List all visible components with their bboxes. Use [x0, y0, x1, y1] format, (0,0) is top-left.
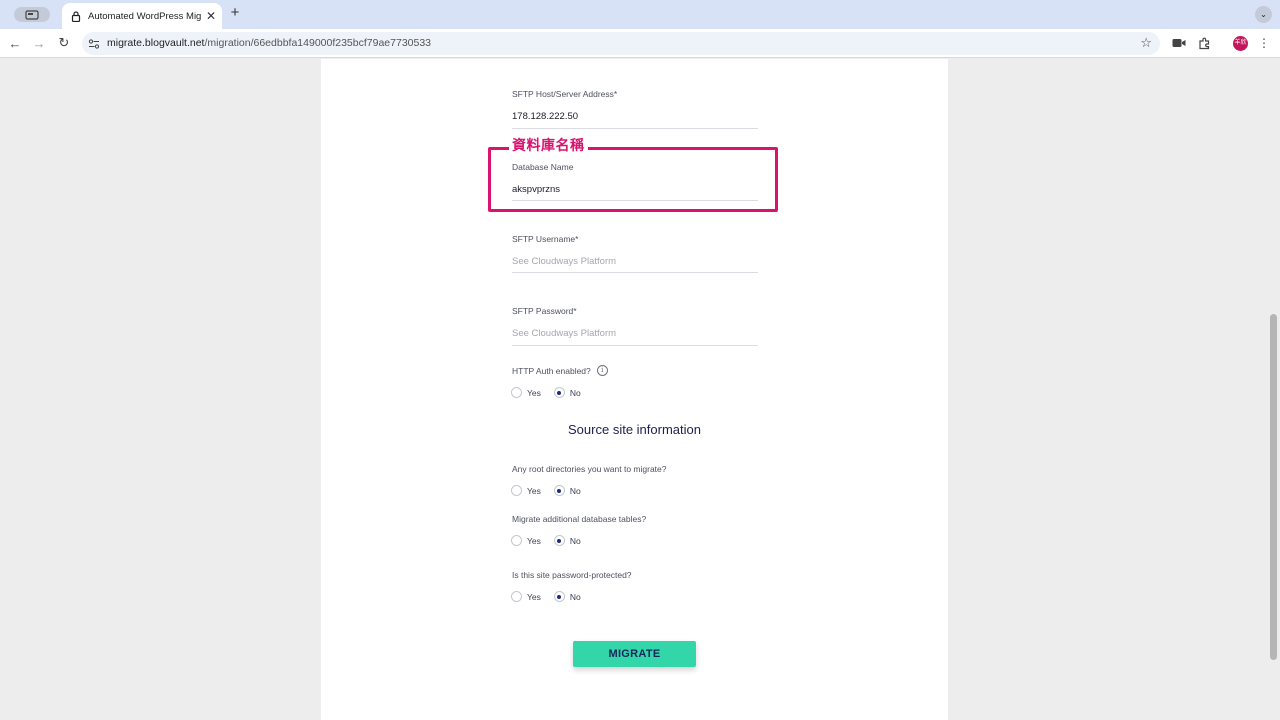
active-tab[interactable]: Automated WordPress Migrat ✕ [62, 3, 222, 29]
page-scrollbar[interactable] [1270, 314, 1277, 660]
root-directories-radio-group: Yes No [511, 485, 594, 496]
browser-toolbar: ← → ↻ migrate.blogvault.net/migration/66… [0, 29, 1280, 58]
browser-tab-strip: Automated WordPress Migrat ✕ + ⌄ [0, 0, 1280, 29]
url-path: /migration/66edbbfa149000f235bcf79ae7730… [204, 37, 432, 49]
tab-close-icon[interactable]: ✕ [206, 10, 216, 22]
database-name-underline [512, 200, 758, 201]
database-name-annotation: 資料庫名稱 [509, 136, 588, 156]
sftp-password-label: SFTP Password* [512, 306, 577, 316]
video-camera-icon[interactable] [1172, 36, 1186, 50]
sftp-username-underline [512, 272, 758, 273]
root-directories-yes-radio[interactable]: Yes [511, 485, 541, 496]
radio-no-label: No [569, 387, 581, 398]
radio-circle[interactable] [511, 535, 522, 546]
radio-no-label: No [569, 591, 581, 602]
source-site-section-title: Source site information [568, 422, 701, 437]
back-icon[interactable]: ← [7, 35, 23, 51]
root-directories-no-radio[interactable]: No [553, 485, 581, 496]
page-viewport: SFTP Host/Server Address* 178.128.222.50… [0, 59, 1280, 720]
sftp-password-underline [512, 345, 758, 346]
profile-avatar[interactable]: 羊欣 [1233, 36, 1248, 51]
radio-circle-selected[interactable] [553, 387, 565, 398]
radio-circle[interactable] [511, 387, 522, 398]
http-auth-no-radio[interactable]: No [553, 387, 581, 398]
http-auth-label: HTTP Auth enabled? [512, 365, 591, 376]
url-text: migrate.blogvault.net/migration/66edbbfa… [107, 37, 431, 49]
radio-circle[interactable] [511, 485, 522, 496]
radio-yes-label: Yes [527, 591, 541, 602]
sftp-host-input[interactable]: 178.128.222.50 [512, 111, 758, 122]
password-protected-radio-group: Yes No [511, 591, 594, 602]
http-auth-radio-group: Yes No [511, 387, 594, 398]
sftp-password-input[interactable]: See Cloudways Platform [512, 328, 758, 339]
radio-no-label: No [569, 485, 581, 496]
database-tables-question: Migrate additional database tables? [512, 514, 647, 524]
radio-yes-label: Yes [527, 535, 541, 546]
tab-group-icon [25, 9, 39, 20]
site-settings-icon[interactable] [88, 37, 100, 49]
database-tables-no-radio[interactable]: No [553, 535, 581, 546]
sftp-host-label: SFTP Host/Server Address* [512, 89, 618, 99]
migrate-button[interactable]: MIGRATE [573, 641, 696, 667]
password-protected-yes-radio[interactable]: Yes [511, 591, 541, 602]
database-tables-yes-radio[interactable]: Yes [511, 535, 541, 546]
sftp-host-field[interactable]: SFTP Host/Server Address* 178.128.222.50 [512, 89, 758, 129]
database-name-input[interactable]: akspvprzns [512, 184, 758, 195]
http-auth-yes-radio[interactable]: Yes [511, 387, 541, 398]
browser-menu-icon[interactable]: ⋮ [1258, 35, 1270, 51]
tab-list-dropdown-icon[interactable]: ⌄ [1255, 6, 1272, 23]
sftp-username-label: SFTP Username* [512, 234, 579, 244]
sftp-username-field[interactable]: SFTP Username* See Cloudways Platform [512, 234, 758, 274]
tab-search-button[interactable] [14, 7, 50, 22]
tab-title: Automated WordPress Migrat [88, 10, 202, 22]
forward-icon[interactable]: → [31, 35, 47, 51]
database-name-label: Database Name [512, 162, 574, 172]
root-directories-question: Any root directories you want to migrate… [512, 464, 667, 474]
password-protected-question: Is this site password-protected? [512, 570, 632, 580]
sftp-username-input[interactable]: See Cloudways Platform [512, 256, 758, 267]
radio-yes-label: Yes [527, 485, 541, 496]
database-name-field[interactable]: Database Name akspvprzns [512, 162, 758, 202]
radio-circle-selected[interactable] [553, 535, 565, 546]
radio-yes-label: Yes [527, 387, 541, 398]
database-tables-radio-group: Yes No [511, 535, 594, 546]
radio-circle[interactable] [511, 591, 522, 602]
info-icon[interactable]: i [596, 365, 608, 376]
url-host: migrate.blogvault.net [107, 37, 205, 49]
bookmark-star-icon[interactable]: ☆ [1140, 35, 1152, 51]
reload-icon[interactable]: ↻ [56, 35, 72, 51]
radio-circle-selected[interactable] [553, 485, 565, 496]
radio-circle-selected[interactable] [553, 591, 565, 602]
password-protected-no-radio[interactable]: No [553, 591, 581, 602]
sftp-host-underline [512, 128, 758, 129]
http-auth-question: HTTP Auth enabled? i [512, 365, 608, 376]
sftp-password-field[interactable]: SFTP Password* See Cloudways Platform [512, 306, 758, 346]
new-tab-button[interactable]: + [227, 5, 243, 21]
address-bar[interactable]: migrate.blogvault.net/migration/66edbbfa… [82, 32, 1160, 55]
radio-no-label: No [569, 535, 581, 546]
extensions-puzzle-icon[interactable] [1197, 36, 1211, 50]
lock-favicon-icon [70, 10, 82, 22]
